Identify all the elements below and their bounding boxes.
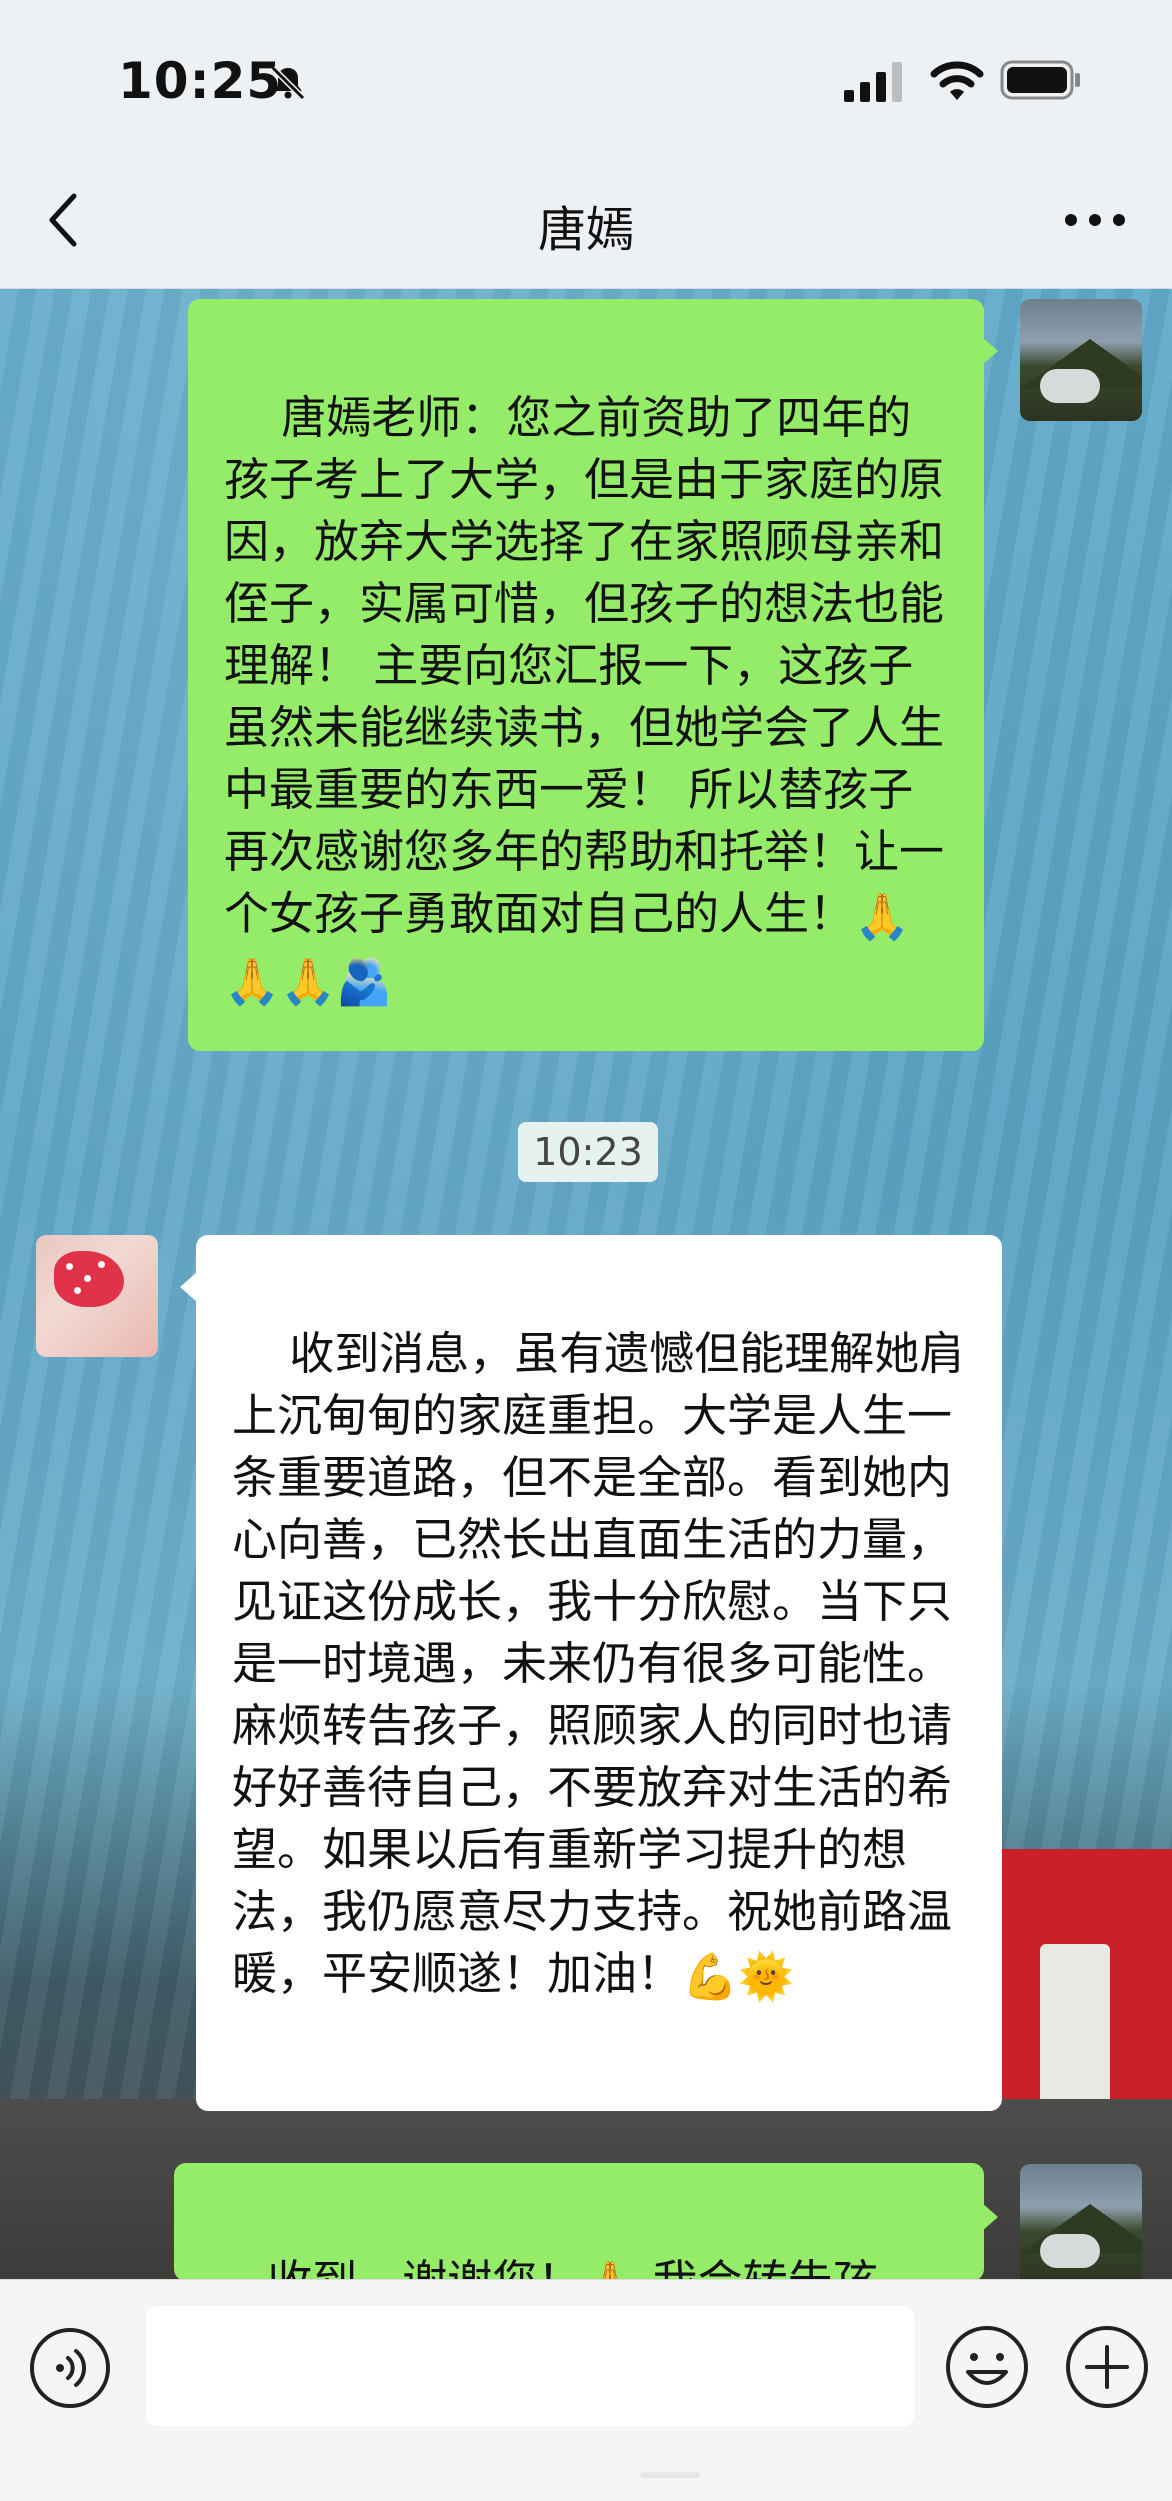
status-time: 10:25: [118, 52, 283, 110]
voice-input-icon[interactable]: [28, 2326, 112, 2410]
pray-emoji-icon: 🙏: [280, 955, 337, 1008]
bell-muted-icon: [270, 65, 306, 101]
message-bubble-outgoing[interactable]: 收到，谢谢您！🙏 我会转告孩子！: [174, 2163, 984, 2279]
sun-emoji-icon: 🌞: [738, 1950, 795, 2003]
message-bubble-incoming[interactable]: 收到消息，虽有遗憾但能理解她肩上沉甸甸的家庭重担。大学是人生一条重要道路，但不是…: [196, 1235, 1002, 2111]
more-options-icon[interactable]: [1060, 205, 1130, 235]
message-bubble-outgoing[interactable]: 唐嫣老师：您之前资助了四年的孩子考上了大学，但是由于家庭的原因，放弃大学选择了在…: [188, 299, 984, 1051]
home-indicator: [640, 2472, 700, 2478]
chat-title: 唐嫣: [537, 202, 634, 258]
message-input[interactable]: [146, 2306, 914, 2426]
strong-emoji-icon: 💪: [682, 1950, 739, 2003]
my-avatar[interactable]: [1020, 299, 1142, 421]
message-text: 唐嫣老师：您之前资助了四年的孩子考上了大学，但是由于家庭的原因，放弃大学选择了在…: [224, 391, 945, 940]
top-bar: 10:25 唐嫣: [0, 0, 1172, 289]
hug-emoji-icon: 🫂: [336, 955, 393, 1008]
chat-area[interactable]: 唐嫣老师：您之前资助了四年的孩子考上了大学，但是由于家庭的原因，放弃大学选择了在…: [0, 289, 1172, 2279]
message-timestamp: 10:23: [518, 1122, 658, 1182]
pray-emoji-icon: 🙏: [224, 955, 281, 1008]
message-text: 收到，谢谢您！: [267, 2255, 582, 2279]
emoji-picker-icon[interactable]: [944, 2324, 1030, 2410]
battery-icon: [1000, 60, 1080, 100]
my-avatar[interactable]: [1020, 2164, 1142, 2279]
input-bar: [0, 2279, 1172, 2501]
contact-avatar[interactable]: [36, 1235, 158, 1357]
pray-emoji-icon: 🙏: [582, 2254, 638, 2279]
cellular-signal-icon: [844, 62, 902, 102]
message-text: 收到消息，虽有遗憾但能理解她肩上沉甸甸的家庭重担。大学是人生一条重要道路，但不是…: [232, 1327, 965, 2000]
pray-emoji-icon: 🙏: [854, 890, 911, 943]
more-actions-plus-icon[interactable]: [1064, 2324, 1150, 2410]
wifi-icon: [930, 61, 984, 100]
